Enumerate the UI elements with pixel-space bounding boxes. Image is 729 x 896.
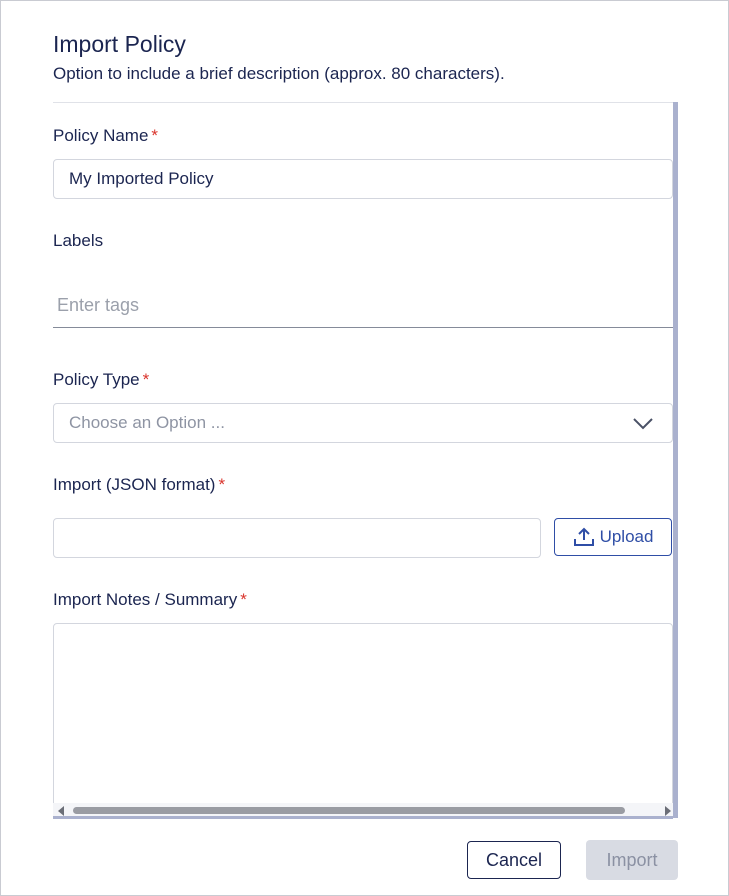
- tags-input[interactable]: Enter tags: [53, 283, 673, 328]
- scroll-left-icon[interactable]: [58, 806, 64, 816]
- import-notes-label-text: Import Notes / Summary: [53, 590, 238, 609]
- upload-icon: [573, 527, 594, 546]
- import-json-input[interactable]: [53, 518, 541, 558]
- required-mark: *: [142, 370, 150, 389]
- import-notes-label: Import Notes / Summary *: [53, 590, 247, 610]
- required-mark: *: [151, 126, 159, 145]
- import-json-label: Import (JSON format) *: [53, 475, 225, 495]
- policy-type-placeholder: Choose an Option ...: [69, 413, 225, 432]
- upload-button-label: Upload: [599, 527, 654, 546]
- chevron-down-icon: [633, 418, 653, 430]
- scroll-right-icon[interactable]: [665, 806, 671, 816]
- import-policy-dialog: Import Policy Option to include a brief …: [0, 0, 729, 896]
- scrollbar-thumb[interactable]: [73, 807, 625, 814]
- dialog-title: Import Policy: [53, 31, 186, 57]
- policy-name-label-text: Policy Name: [53, 126, 149, 145]
- policy-type-label-text: Policy Type: [53, 370, 140, 389]
- horizontal-scrollbar[interactable]: [53, 803, 673, 819]
- import-button[interactable]: Import: [586, 840, 678, 880]
- labels-label: Labels: [53, 231, 104, 250]
- upload-button[interactable]: Upload: [554, 518, 672, 556]
- vertical-scrollbar[interactable]: [673, 102, 678, 818]
- import-json-label-text: Import (JSON format): [53, 475, 216, 494]
- policy-type-select[interactable]: Choose an Option ...: [53, 403, 673, 443]
- tags-placeholder: Enter tags: [57, 294, 140, 315]
- policy-name-value: My Imported Policy: [69, 169, 214, 188]
- policy-name-label: Policy Name *: [53, 126, 158, 146]
- policy-type-label: Policy Type *: [53, 370, 149, 390]
- cancel-button[interactable]: Cancel: [467, 841, 561, 879]
- required-mark: *: [218, 475, 226, 494]
- policy-name-input[interactable]: My Imported Policy: [53, 159, 673, 199]
- import-notes-textarea[interactable]: [53, 623, 673, 805]
- dialog-subtitle: Option to include a brief description (a…: [53, 64, 505, 83]
- required-mark: *: [240, 590, 247, 609]
